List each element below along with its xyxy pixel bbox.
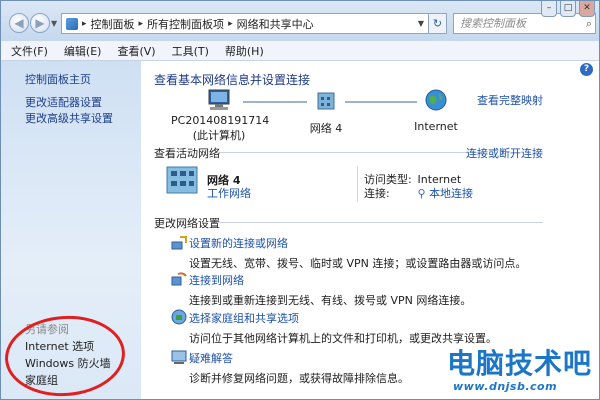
connect-disconnect-link[interactable]: 连接或断开连接 xyxy=(466,145,543,161)
task-setup-connection-link[interactable]: 设置新的连接或网络 xyxy=(189,235,526,251)
history-dropdown-icon[interactable]: ▼ xyxy=(51,19,57,28)
divider xyxy=(357,166,358,202)
connect-network-icon xyxy=(171,272,187,286)
task-homegroup-sharing: 选择家庭组和共享选项 访问位于其他网络计算机上的文件和打印机，或更改共享设置。 xyxy=(189,310,497,346)
network-building-icon xyxy=(166,166,198,194)
chevron-right-icon[interactable]: ▸ xyxy=(228,19,233,29)
node-network: 网络 4 xyxy=(301,89,351,136)
menu-edit[interactable]: 编辑(E) xyxy=(64,43,102,59)
maximize-button[interactable]: □ xyxy=(560,1,576,17)
change-settings-heading: 更改网络设置 xyxy=(154,217,220,230)
map-link-line xyxy=(345,101,417,103)
node-computer: PC201408191714 (此计算机) xyxy=(171,89,270,143)
sidebar-item-internet-options[interactable]: Internet 选项 xyxy=(25,338,94,354)
control-panel-icon xyxy=(66,17,78,30)
refresh-icon[interactable]: ↻ xyxy=(429,13,447,34)
task-connect-network: 连接到网络 连接到或重新连接到无线、有线、拨号或 VPN 网络连接。 xyxy=(189,272,471,308)
new-connection-icon xyxy=(171,236,187,250)
task-connect-network-link[interactable]: 连接到网络 xyxy=(189,272,471,288)
breadcrumb-control-panel[interactable]: 控制面板 xyxy=(91,16,135,32)
globe-icon xyxy=(425,89,447,111)
view-full-map-link[interactable]: 查看完整映射 xyxy=(477,92,543,108)
node-computer-sub: (此计算机) xyxy=(192,129,246,142)
connection-label: 连接: xyxy=(364,187,390,200)
troubleshoot-icon xyxy=(171,350,187,364)
sidebar-item-homegroup[interactable]: 家庭组 xyxy=(25,372,58,388)
homegroup-icon xyxy=(171,309,187,325)
search-placeholder: 搜索控制面板 xyxy=(460,17,526,30)
task-troubleshoot: 疑难解答 诊断并修复网络问题，或获得故障排除信息。 xyxy=(189,350,409,386)
divider xyxy=(217,152,483,153)
window-controls: – □ ✕ xyxy=(538,1,595,17)
menu-bar: 文件(F) 编辑(E) 查看(V) 工具(T) 帮助(H) xyxy=(1,41,599,61)
task-connect-network-desc: 连接到或重新连接到无线、有线、拨号或 VPN 网络连接。 xyxy=(189,294,472,307)
address-bar[interactable]: ▸ 控制面板 ▸ 所有控制面板项 ▸ 网络和共享中心 ▼ xyxy=(61,13,429,34)
map-link-line xyxy=(243,101,307,103)
help-icon[interactable]: ? xyxy=(580,63,593,76)
connection-row: 连接: ⚲ 本地连接 xyxy=(364,185,473,201)
task-homegroup-sharing-link[interactable]: 选择家庭组和共享选项 xyxy=(189,310,497,326)
title-bar: ◀ ▶ ▼ ▸ 控制面板 ▸ 所有控制面板项 ▸ 网络和共享中心 ▼ ↻ 搜索控… xyxy=(1,1,599,41)
window: ◀ ▶ ▼ ▸ 控制面板 ▸ 所有控制面板项 ▸ 网络和共享中心 ▼ ↻ 搜索控… xyxy=(0,0,600,400)
sidebar-home-link[interactable]: 控制面板主页 xyxy=(25,71,91,87)
forward-button[interactable]: ▶ xyxy=(30,13,50,33)
task-setup-connection: 设置新的连接或网络 设置无线、宽带、拨号、临时或 VPN 连接；或设置路由器或访… xyxy=(189,235,526,271)
network-building-icon xyxy=(317,92,335,110)
node-network-name: 网络 4 xyxy=(309,122,343,135)
address-dropdown-icon[interactable]: ▼ xyxy=(414,19,428,28)
sidebar-item-adapter-settings[interactable]: 更改适配器设置 xyxy=(25,94,102,110)
back-button[interactable]: ◀ xyxy=(9,13,29,33)
sidebar: 控制面板主页 更改适配器设置 更改高级共享设置 另请参阅 Internet 选项… xyxy=(1,61,141,399)
network-type-link[interactable]: 工作网络 xyxy=(207,185,251,201)
node-internet: Internet xyxy=(411,89,461,133)
sidebar-item-windows-firewall[interactable]: Windows 防火墙 xyxy=(25,355,111,371)
breadcrumb-all-items[interactable]: 所有控制面板项 xyxy=(147,16,224,32)
node-internet-name: Internet xyxy=(414,120,458,133)
menu-help[interactable]: 帮助(H) xyxy=(225,43,264,59)
close-button[interactable]: ✕ xyxy=(579,1,595,17)
chevron-right-icon[interactable]: ▸ xyxy=(82,19,87,29)
task-troubleshoot-link[interactable]: 疑难解答 xyxy=(189,350,409,366)
menu-view[interactable]: 查看(V) xyxy=(117,43,155,59)
watermark-text: 电脑技术吧 xyxy=(447,347,593,380)
sidebar-item-advanced-sharing[interactable]: 更改高级共享设置 xyxy=(25,110,113,126)
menu-tools[interactable]: 工具(T) xyxy=(172,43,209,59)
computer-icon xyxy=(208,89,230,110)
active-networks-heading: 查看活动网络 xyxy=(154,147,220,160)
local-connection-link[interactable]: 本地连接 xyxy=(429,187,473,200)
task-troubleshoot-desc: 诊断并修复网络问题，或获得故障排除信息。 xyxy=(189,372,409,385)
breadcrumb-network-center[interactable]: 网络和共享中心 xyxy=(237,16,314,32)
minimize-button[interactable]: – xyxy=(541,1,557,17)
task-setup-connection-desc: 设置无线、宽带、拨号、临时或 VPN 连接；或设置路由器或访问点。 xyxy=(189,257,527,270)
chevron-right-icon[interactable]: ▸ xyxy=(139,19,144,29)
page-title: 查看基本网络信息并设置连接 xyxy=(154,73,311,87)
see-also-heading: 另请参阅 xyxy=(25,323,69,336)
lan-icon: ⚲ xyxy=(417,187,426,200)
node-computer-name: PC201408191714 xyxy=(171,114,270,127)
menu-file[interactable]: 文件(F) xyxy=(11,43,48,59)
watermark-url: www.dnjsb.com xyxy=(453,380,558,393)
divider xyxy=(217,222,543,223)
